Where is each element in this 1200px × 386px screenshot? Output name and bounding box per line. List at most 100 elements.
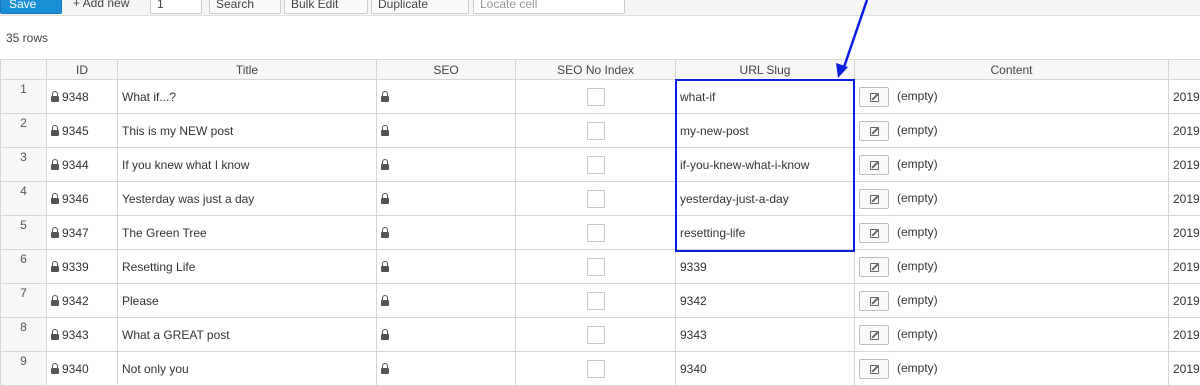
url-slug-cell[interactable]: if-you-knew-what-i-know — [676, 148, 855, 182]
id-cell[interactable]: 9345 — [47, 114, 118, 148]
title-cell[interactable]: What if...? — [118, 80, 377, 114]
edit-content-button[interactable] — [859, 291, 889, 311]
edit-content-button[interactable] — [859, 359, 889, 379]
title-cell[interactable]: The Green Tree — [118, 216, 377, 250]
url-slug-cell[interactable]: 9343 — [676, 318, 855, 352]
seo-no-index-cell[interactable] — [516, 216, 676, 250]
url-slug-cell[interactable]: 9339 — [676, 250, 855, 284]
column-header-date[interactable] — [1169, 60, 1200, 80]
edit-content-button[interactable] — [859, 257, 889, 277]
content-cell[interactable]: (empty) — [855, 148, 1169, 182]
seo-cell[interactable] — [377, 250, 516, 284]
duplicate-button[interactable]: Duplicate — [371, 0, 469, 14]
seo-no-index-cell[interactable] — [516, 284, 676, 318]
id-cell[interactable]: 9342 — [47, 284, 118, 318]
date-cell[interactable]: 2019 — [1169, 250, 1200, 284]
seo-no-index-checkbox[interactable] — [587, 326, 605, 344]
date-cell[interactable]: 2019 — [1169, 352, 1200, 386]
column-header-id[interactable]: ID — [47, 60, 118, 80]
seo-no-index-cell[interactable] — [516, 182, 676, 216]
content-cell[interactable]: (empty) — [855, 352, 1169, 386]
search-button[interactable]: Search — [209, 0, 281, 14]
row-number[interactable]: 2 — [1, 114, 47, 148]
seo-no-index-cell[interactable] — [516, 250, 676, 284]
seo-no-index-checkbox[interactable] — [587, 360, 605, 378]
seo-cell[interactable] — [377, 114, 516, 148]
date-cell[interactable]: 2019 — [1169, 318, 1200, 352]
url-slug-cell[interactable]: resetting-life — [676, 216, 855, 250]
seo-cell[interactable] — [377, 318, 516, 352]
seo-no-index-cell[interactable] — [516, 114, 676, 148]
row-number[interactable]: 5 — [1, 216, 47, 250]
seo-no-index-checkbox[interactable] — [587, 258, 605, 276]
date-cell[interactable]: 2019 — [1169, 182, 1200, 216]
id-cell[interactable]: 9340 — [47, 352, 118, 386]
url-slug-cell[interactable]: my-new-post — [676, 114, 855, 148]
edit-content-button[interactable] — [859, 121, 889, 141]
edit-content-button[interactable] — [859, 189, 889, 209]
seo-no-index-cell[interactable] — [516, 148, 676, 182]
seo-cell[interactable] — [377, 352, 516, 386]
bulk-edit-button[interactable]: Bulk Edit — [284, 0, 368, 14]
row-number[interactable]: 8 — [1, 318, 47, 352]
seo-no-index-cell[interactable] — [516, 80, 676, 114]
add-count-input[interactable]: 1 — [150, 0, 202, 14]
title-cell[interactable]: Yesterday was just a day — [118, 182, 377, 216]
seo-cell[interactable] — [377, 80, 516, 114]
seo-no-index-cell[interactable] — [516, 318, 676, 352]
content-cell[interactable]: (empty) — [855, 318, 1169, 352]
column-header-url-slug[interactable]: URL Slug — [676, 60, 855, 80]
column-header-seo[interactable]: SEO — [377, 60, 516, 80]
title-cell[interactable]: What a GREAT post — [118, 318, 377, 352]
row-number[interactable]: 3 — [1, 148, 47, 182]
id-cell[interactable]: 9346 — [47, 182, 118, 216]
save-button[interactable]: Save — [0, 0, 62, 14]
edit-content-button[interactable] — [859, 87, 889, 107]
locate-cell-input[interactable]: Locate cell — [473, 0, 625, 14]
content-cell[interactable]: (empty) — [855, 284, 1169, 318]
url-slug-cell[interactable]: 9340 — [676, 352, 855, 386]
seo-no-index-checkbox[interactable] — [587, 88, 605, 106]
title-cell[interactable]: This is my NEW post — [118, 114, 377, 148]
id-cell[interactable]: 9343 — [47, 318, 118, 352]
id-cell[interactable]: 9347 — [47, 216, 118, 250]
seo-cell[interactable] — [377, 284, 516, 318]
id-cell[interactable]: 9339 — [47, 250, 118, 284]
column-header-content[interactable]: Content — [855, 60, 1169, 80]
row-number[interactable]: 6 — [1, 250, 47, 284]
seo-cell[interactable] — [377, 148, 516, 182]
date-cell[interactable]: 2019 — [1169, 148, 1200, 182]
content-cell[interactable]: (empty) — [855, 80, 1169, 114]
content-cell[interactable]: (empty) — [855, 250, 1169, 284]
url-slug-cell[interactable]: yesterday-just-a-day — [676, 182, 855, 216]
edit-content-button[interactable] — [859, 223, 889, 243]
title-cell[interactable]: If you knew what I know — [118, 148, 377, 182]
seo-no-index-cell[interactable] — [516, 352, 676, 386]
row-number[interactable]: 1 — [1, 80, 47, 114]
title-cell[interactable]: Please — [118, 284, 377, 318]
content-cell[interactable]: (empty) — [855, 216, 1169, 250]
column-header-title[interactable]: Title — [118, 60, 377, 80]
add-new-button[interactable]: + Add new — [67, 0, 147, 14]
url-slug-cell[interactable]: what-if — [676, 80, 855, 114]
url-slug-cell[interactable]: 9342 — [676, 284, 855, 318]
row-number[interactable]: 7 — [1, 284, 47, 318]
seo-cell[interactable] — [377, 182, 516, 216]
row-number[interactable]: 9 — [1, 352, 47, 386]
edit-content-button[interactable] — [859, 155, 889, 175]
seo-no-index-checkbox[interactable] — [587, 156, 605, 174]
content-cell[interactable]: (empty) — [855, 114, 1169, 148]
seo-no-index-checkbox[interactable] — [587, 292, 605, 310]
title-cell[interactable]: Resetting Life — [118, 250, 377, 284]
date-cell[interactable]: 2019 — [1169, 114, 1200, 148]
title-cell[interactable]: Not only you — [118, 352, 377, 386]
seo-no-index-checkbox[interactable] — [587, 122, 605, 140]
seo-no-index-checkbox[interactable] — [587, 190, 605, 208]
seo-cell[interactable] — [377, 216, 516, 250]
edit-content-button[interactable] — [859, 325, 889, 345]
id-cell[interactable]: 9344 — [47, 148, 118, 182]
date-cell[interactable]: 2019 — [1169, 216, 1200, 250]
seo-no-index-checkbox[interactable] — [587, 224, 605, 242]
id-cell[interactable]: 9348 — [47, 80, 118, 114]
column-header-seo-no-index[interactable]: SEO No Index — [516, 60, 676, 80]
